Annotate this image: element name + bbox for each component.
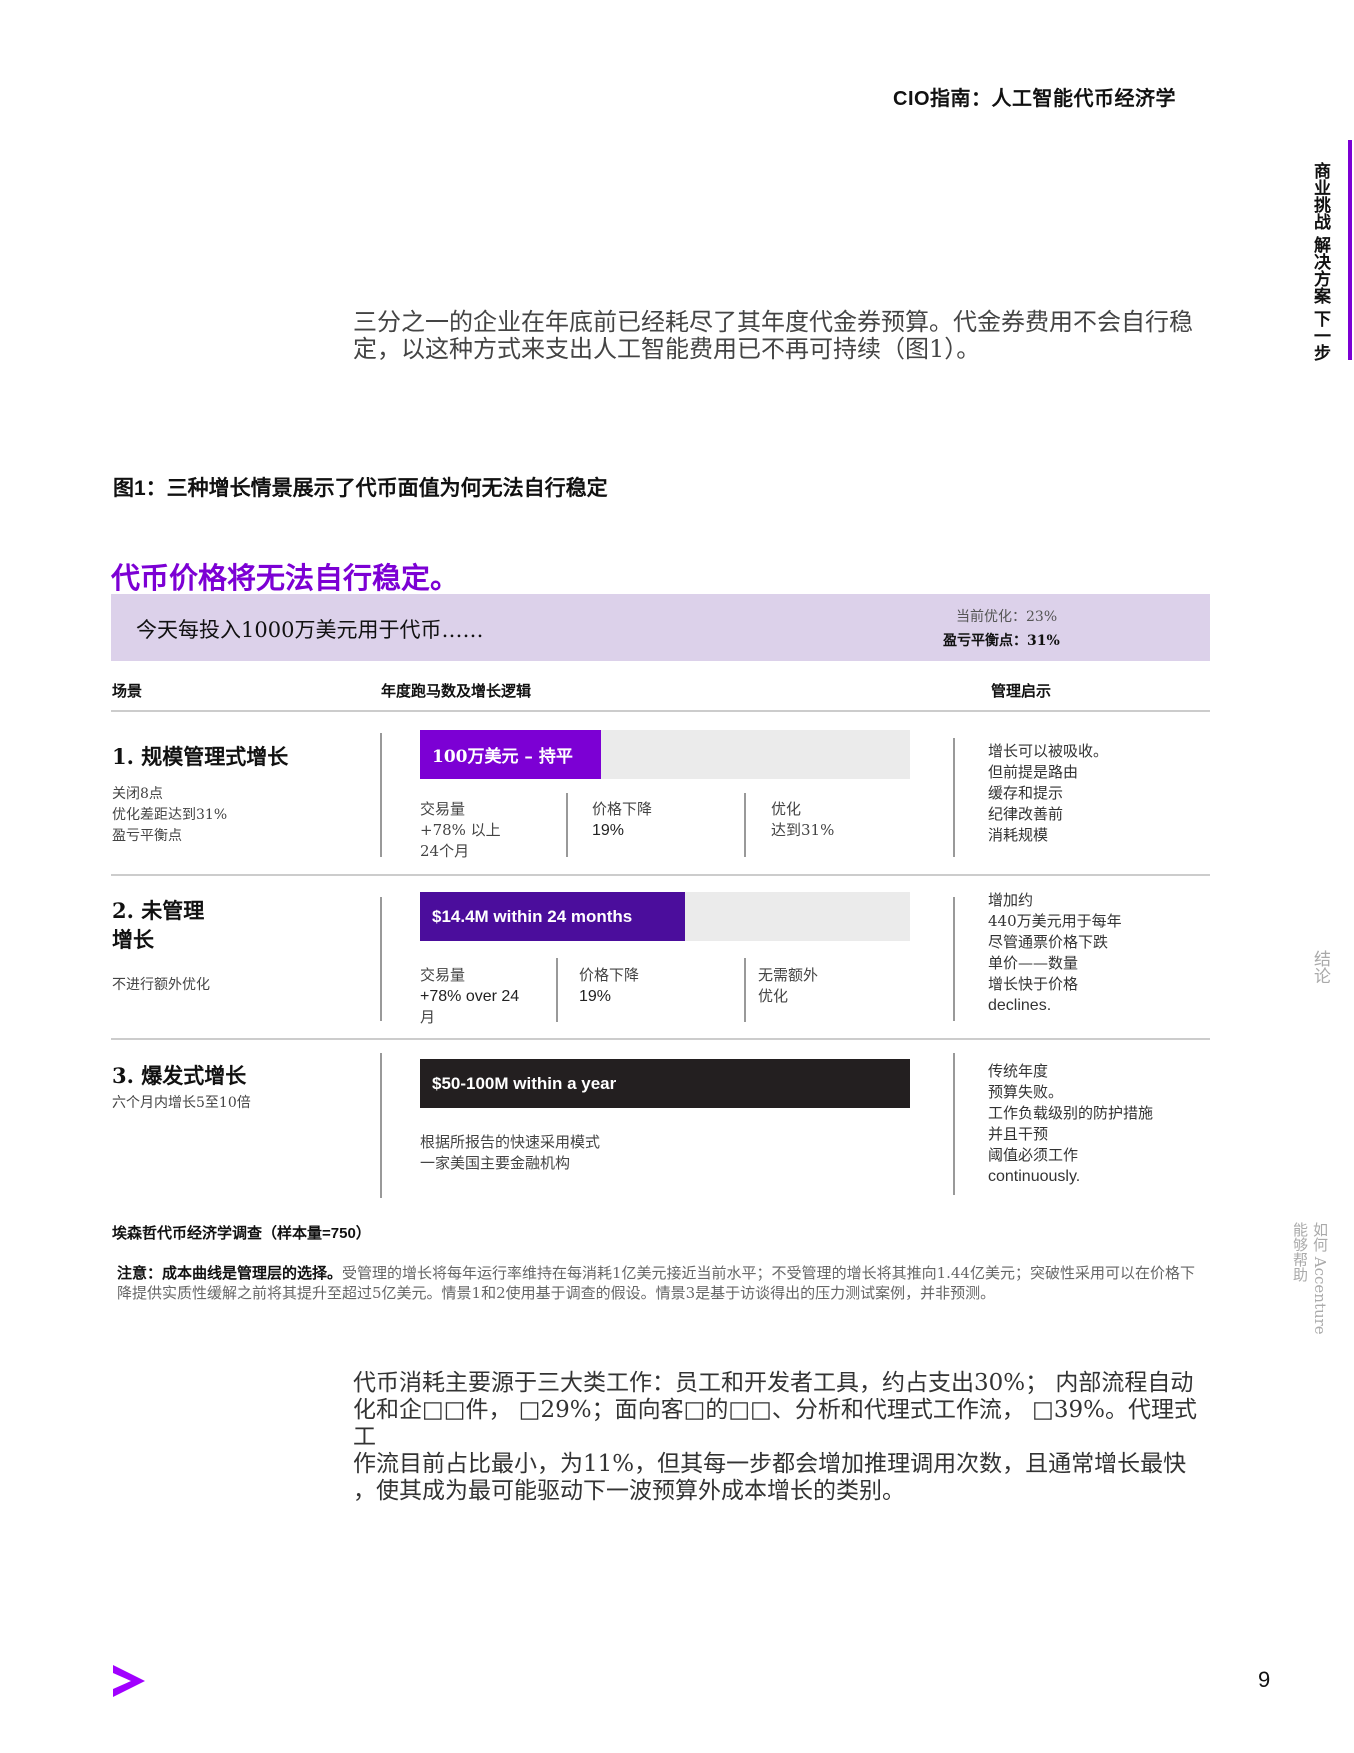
column-header-tokens: 年度跑马数及增长逻辑 xyxy=(381,682,532,700)
metric-divider xyxy=(744,958,746,1022)
side-nav-can-help[interactable]: 能够帮助 xyxy=(1290,1222,1311,1282)
metric-divider xyxy=(556,958,558,1022)
scenario-1-metric-optimization: 优化 达到31% xyxy=(771,800,835,839)
scenario-3-bar-label: $50-100M within a year xyxy=(432,1073,617,1093)
scenario-2-title: 2. 未管理 增长 xyxy=(112,898,205,952)
scenario-1-bar-track: 100万美元 – 持平 xyxy=(420,730,910,779)
col-divider xyxy=(380,733,382,857)
active-section-indicator xyxy=(1348,140,1352,360)
scenario-1-title: 1. 规模管理式增长 xyxy=(112,744,289,769)
scenario-1-description: 关闭8点 优化差距达到31% 盈亏平衡点 xyxy=(112,786,228,844)
page-number: 9 xyxy=(1258,1667,1271,1692)
side-nav-how-accenture[interactable]: 如何 Accenture xyxy=(1310,1222,1331,1335)
scenario-1-management: 增长可以被吸收。 但前提是路由 缓存和提示 纪律改善前 消耗规模 xyxy=(988,742,1109,844)
body-paragraph: 代币消耗主要源于三大类工作：员工和开发者工具，约占支出30%； 内部流程自动 化… xyxy=(353,1370,1197,1504)
scenario-1-metric-volume: 交易量 +78% 以上 24个月 xyxy=(420,800,501,860)
scenario-1-bar: 100万美元 – 持平 xyxy=(420,730,602,779)
scenario-2-description: 不进行额外优化 xyxy=(112,977,210,993)
scenario-3-basis: 根据所报告的快速采用模式 一家美国主要金融机构 xyxy=(420,1133,601,1172)
divider-row-2 xyxy=(111,1038,1210,1040)
side-nav-current-sections[interactable]: 商业挑战 解决方案 下一步 xyxy=(1308,162,1333,361)
column-header-scenario: 场景 xyxy=(112,682,143,700)
scenario-1-metric-price: 价格下降 19% xyxy=(592,800,653,839)
scenario-3-management: 传统年度 预算失败。 工作负载级别的防护措施 并且干预 阈值必须工作 conti… xyxy=(988,1062,1154,1185)
scenario-2-bar-label: $14.4M within 24 months xyxy=(432,906,633,926)
scenario-3-title: 3. 爆发式增长 xyxy=(112,1063,247,1088)
metric-divider xyxy=(744,793,746,857)
divider-row-1 xyxy=(111,874,1210,876)
document-title: CIO指南：人工智能代币经济学 xyxy=(893,88,1177,110)
scenario-2-bar-track: $14.4M within 24 months xyxy=(420,892,910,941)
intro-paragraph: 三分之一的企业在年底前已经耗尽了其年度代金券预算。代金券费用不会自行稳定，以这种… xyxy=(353,308,1193,363)
column-header-management: 管理启示 xyxy=(991,682,1052,700)
banner-breakeven-point: 盈亏平衡点：31% xyxy=(943,633,1060,649)
note-heading: 注意：成本曲线是管理层的选择。 xyxy=(117,1264,343,1282)
figure-note: 注意：成本曲线是管理层的选择。受管理的增长将每年运行率维持在每消耗1亿美元接近当… xyxy=(117,1263,1209,1303)
scenario-3-bar: $50-100M within a year xyxy=(420,1059,910,1108)
investment-banner: 今天每投入1000万美元用于代币…… 当前优化：23% 盈亏平衡点：31% xyxy=(111,594,1210,661)
scenario-2-metric-price: 价格下降 19% xyxy=(579,966,640,1005)
metric-divider xyxy=(566,793,568,857)
scenario-3-bar-track: $50-100M within a year xyxy=(420,1059,910,1108)
side-nav-conclusion[interactable]: 结论 xyxy=(1308,950,1333,984)
col-divider xyxy=(953,1053,955,1195)
divider-header xyxy=(111,710,1210,712)
scenario-2-bar: $14.4M within 24 months xyxy=(420,892,685,941)
scenario-2-metric-volume: 交易量 +78% over 24 月 xyxy=(420,966,520,1026)
scenario-2-metric-optimization: 无需额外 优化 xyxy=(758,966,819,1005)
scenario-3-description: 六个月内增长5至10倍 xyxy=(112,1095,251,1111)
accenture-logo-icon[interactable] xyxy=(111,1663,147,1699)
scenario-2-management: 增加约 440万美元用于每年 尽管通票价格下跌 单价——数量 增长快于价格 de… xyxy=(988,891,1122,1014)
col-divider xyxy=(953,897,955,1021)
figure-source: 埃森哲代币经济学调查（样本量=750） xyxy=(112,1225,371,1242)
col-divider xyxy=(380,1053,382,1198)
figure-headline: 代币价格将无法自行稳定。 xyxy=(111,563,460,595)
col-divider xyxy=(953,738,955,857)
figure-caption: 图1：三种增长情景展示了代币面值为何无法自行稳定 xyxy=(113,477,608,500)
banner-current-optimization: 当前优化：23% xyxy=(956,609,1058,625)
banner-text: 今天每投入1000万美元用于代币…… xyxy=(136,618,484,642)
scenario-1-bar-label: 100万美元 – 持平 xyxy=(432,747,573,767)
col-divider xyxy=(380,897,382,1021)
